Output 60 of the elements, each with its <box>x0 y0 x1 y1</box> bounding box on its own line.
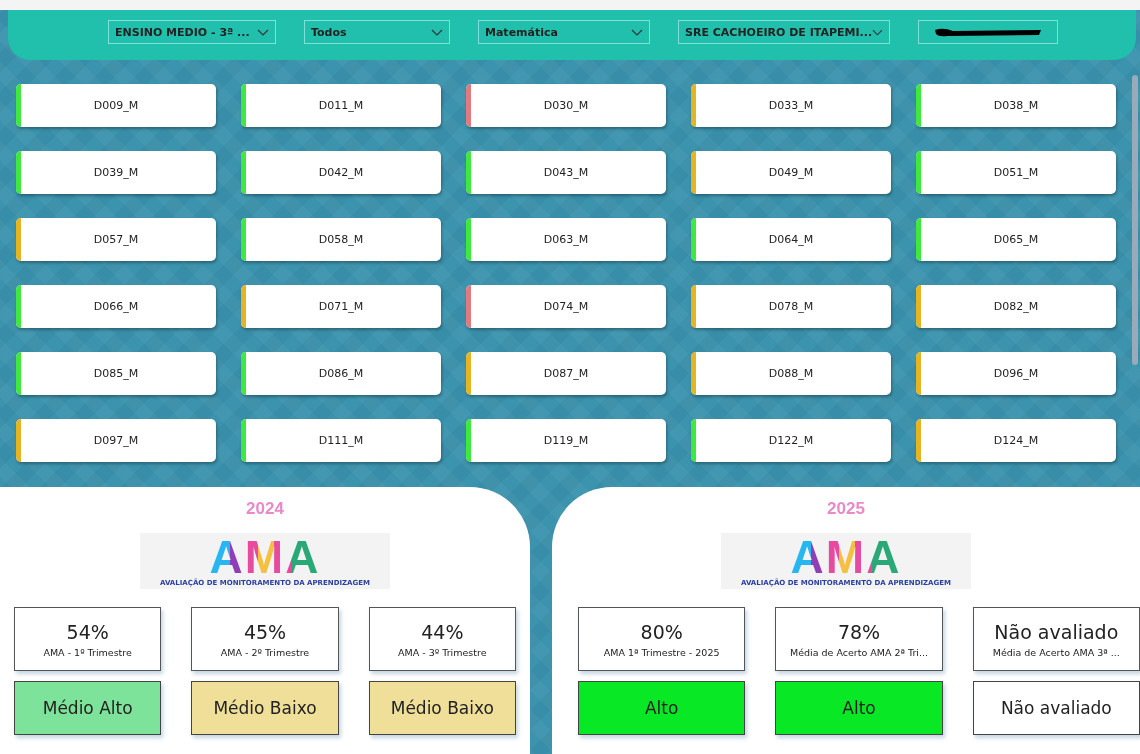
descriptor-button[interactable]: D039_M <box>16 151 216 194</box>
descriptor-button[interactable]: D096_M <box>916 352 1116 395</box>
descriptor-button[interactable]: D065_M <box>916 218 1116 261</box>
score-value: 54% <box>66 620 109 643</box>
score-label: AMA 1ª Trimestre - 2025 <box>603 646 720 658</box>
scrollbar[interactable] <box>1132 75 1138 365</box>
descriptor-button[interactable]: D042_M <box>241 151 441 194</box>
descriptor-button[interactable]: D074_M <box>466 285 666 328</box>
descriptor-button[interactable]: D088_M <box>691 352 891 395</box>
level-badge: Não avaliado <box>972 681 1140 735</box>
score-value: Não avaliado <box>994 620 1119 643</box>
descriptor-button[interactable]: D033_M <box>691 84 891 127</box>
descriptor-button[interactable]: D097_M <box>16 419 216 462</box>
year-title: 2025 <box>827 499 865 519</box>
score-label: Média de Acerto AMA 2ª Tri... <box>789 646 929 658</box>
score-value: 78% <box>837 620 881 643</box>
descriptor-button[interactable]: D009_M <box>16 84 216 127</box>
descriptor-button[interactable]: D011_M <box>241 84 441 127</box>
filter-field[interactable] <box>918 20 1058 44</box>
level-badge: Alto <box>578 681 746 735</box>
chevron-down-icon <box>872 28 883 36</box>
descriptor-button[interactable]: D122_M <box>691 419 891 462</box>
chevron-down-icon <box>257 28 269 36</box>
chevron-down-icon <box>431 28 443 36</box>
score-label: Média de Acerto AMA 3ª ... <box>992 646 1120 658</box>
descriptor-button[interactable]: D057_M <box>16 218 216 261</box>
level-badge: Médio Alto <box>14 681 162 735</box>
chevron-down-icon <box>631 28 643 36</box>
descriptor-button[interactable]: D051_M <box>916 151 1116 194</box>
descriptor-button[interactable]: D111_M <box>241 419 441 462</box>
descriptor-button[interactable]: D124_M <box>916 419 1116 462</box>
descriptor-button[interactable]: D086_M <box>241 352 441 395</box>
filter-dropdown[interactable]: ENSINO MEDIO - 3ª ... <box>108 20 276 44</box>
filter-dropdown[interactable]: Matemática <box>478 20 650 44</box>
score-label: AMA - 2º Trimestre <box>220 646 310 658</box>
score-label: AMA - 3º Trimestre <box>398 646 487 658</box>
level-badge: Médio Baixo <box>191 681 339 735</box>
descriptor-button[interactable]: D058_M <box>241 218 441 261</box>
filter-dropdown[interactable]: SRE CACHOEIRO DE ITAPEMI... <box>678 20 890 44</box>
year-title: 2024 <box>246 499 284 519</box>
descriptor-button[interactable]: D085_M <box>16 352 216 395</box>
descriptor-button[interactable]: D071_M <box>241 285 441 328</box>
descriptor-button[interactable]: D064_M <box>691 218 891 261</box>
descriptor-button[interactable]: D063_M <box>466 218 666 261</box>
score-value: 44% <box>421 620 464 643</box>
descriptor-button[interactable]: D066_M <box>16 285 216 328</box>
level-badge: Alto <box>775 681 943 735</box>
descriptor-button[interactable]: D030_M <box>466 84 666 127</box>
score-value: 80% <box>640 620 683 643</box>
score-value: 45% <box>243 620 287 643</box>
descriptor-button[interactable]: D087_M <box>466 352 666 395</box>
filter-dropdown[interactable]: Todos <box>304 20 450 44</box>
score-label: AMA - 1º Trimestre <box>43 646 132 658</box>
descriptor-button[interactable]: D119_M <box>466 419 666 462</box>
descriptor-button[interactable]: D043_M <box>466 151 666 194</box>
level-badge: Médio Baixo <box>368 681 516 735</box>
descriptor-button[interactable]: D078_M <box>691 285 891 328</box>
descriptor-button[interactable]: D082_M <box>916 285 1116 328</box>
descriptor-button[interactable]: D049_M <box>691 151 891 194</box>
descriptor-button[interactable]: D038_M <box>916 84 1116 127</box>
